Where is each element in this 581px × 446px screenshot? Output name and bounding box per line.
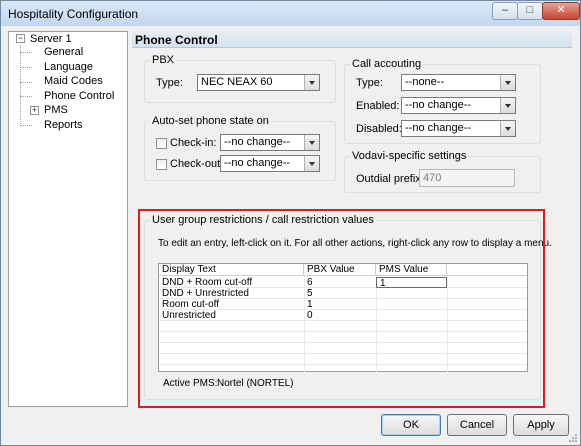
expand-icon[interactable]: + bbox=[30, 106, 39, 115]
resize-grip-icon[interactable] bbox=[568, 433, 578, 443]
tree-item-maid-codes[interactable]: Maid Codes bbox=[44, 75, 103, 87]
chevron-down-icon[interactable] bbox=[500, 121, 515, 136]
pbx-legend: PBX bbox=[150, 54, 177, 66]
call-acct-type-value: --none-- bbox=[405, 76, 445, 88]
minimize-button[interactable]: – bbox=[492, 2, 518, 20]
tree-item-phone-control[interactable]: Phone Control bbox=[44, 90, 114, 102]
tree-item-pms[interactable]: PMS bbox=[44, 104, 68, 116]
call-acct-disabled-value: --no change-- bbox=[405, 122, 472, 134]
highlight-box bbox=[138, 209, 545, 408]
checkin-value: --no change-- bbox=[224, 136, 291, 148]
call-acct-enabled-value: --no change-- bbox=[405, 99, 472, 111]
outdial-prefix-label: Outdial prefix: bbox=[356, 173, 424, 185]
checkin-checkbox[interactable] bbox=[156, 138, 167, 149]
checkout-select[interactable]: --no change-- bbox=[220, 155, 320, 172]
auto-set-group: Auto-set phone state on bbox=[144, 115, 336, 181]
tree-line bbox=[20, 82, 32, 83]
cancel-button[interactable]: Cancel bbox=[447, 414, 507, 436]
checkout-value: --no change-- bbox=[224, 157, 291, 169]
tree-line bbox=[20, 96, 32, 97]
call-acct-type-select[interactable]: --none-- bbox=[401, 74, 516, 91]
call-acct-enabled-select[interactable]: --no change-- bbox=[401, 97, 516, 114]
page-title: Phone Control bbox=[135, 33, 218, 47]
tree-item-server-1[interactable]: Server 1 bbox=[30, 33, 72, 45]
maximize-button[interactable]: □ bbox=[517, 2, 543, 20]
chevron-down-icon[interactable] bbox=[500, 75, 515, 90]
chevron-down-icon[interactable] bbox=[500, 98, 515, 113]
title-bar[interactable]: Hospitality Configuration – □ ✕ bbox=[1, 1, 580, 26]
apply-button[interactable]: Apply bbox=[513, 414, 569, 436]
call-acct-disabled-select[interactable]: --no change-- bbox=[401, 120, 516, 137]
pbx-type-label: Type: bbox=[156, 77, 183, 89]
tree-line bbox=[20, 125, 32, 126]
tree-line bbox=[20, 45, 21, 124]
call-acct-type-label: Type: bbox=[356, 77, 383, 89]
checkout-checkbox[interactable] bbox=[156, 159, 167, 170]
chevron-down-icon[interactable] bbox=[304, 156, 319, 171]
pbx-type-value: NEC NEAX 60 bbox=[201, 76, 273, 88]
page-header: Phone Control bbox=[132, 31, 572, 48]
vodavi-legend: Vodavi-specific settings bbox=[350, 150, 469, 162]
window-title: Hospitality Configuration bbox=[8, 7, 139, 21]
pbx-type-select[interactable]: NEC NEAX 60 bbox=[197, 74, 320, 91]
close-button[interactable]: ✕ bbox=[542, 2, 580, 20]
outdial-prefix-field: 470 bbox=[419, 169, 515, 187]
chevron-down-icon[interactable] bbox=[304, 135, 319, 150]
checkin-select[interactable]: --no change-- bbox=[220, 134, 320, 151]
call-acct-enabled-label: Enabled: bbox=[356, 100, 400, 112]
checkin-label: Check-in: bbox=[170, 137, 217, 149]
chevron-down-icon[interactable] bbox=[304, 75, 319, 90]
call-accounting-legend: Call accouting bbox=[350, 58, 424, 70]
tree-line bbox=[20, 67, 32, 68]
auto-set-legend: Auto-set phone state on bbox=[150, 115, 271, 127]
tree-item-language[interactable]: Language bbox=[44, 61, 93, 73]
outdial-prefix-value: 470 bbox=[423, 172, 442, 184]
checkout-label: Check-out: bbox=[170, 158, 224, 170]
tree-line bbox=[20, 52, 32, 53]
hospitality-config-window: Hospitality Configuration – □ ✕ − Server… bbox=[0, 0, 581, 446]
call-acct-disabled-label: Disabled: bbox=[356, 123, 402, 135]
tree-item-general[interactable]: General bbox=[44, 46, 83, 58]
ok-button[interactable]: OK bbox=[381, 414, 441, 436]
navigation-tree[interactable]: − Server 1 General Language Maid Codes P… bbox=[8, 31, 128, 407]
tree-item-reports[interactable]: Reports bbox=[44, 119, 83, 131]
collapse-icon[interactable]: − bbox=[16, 34, 25, 43]
